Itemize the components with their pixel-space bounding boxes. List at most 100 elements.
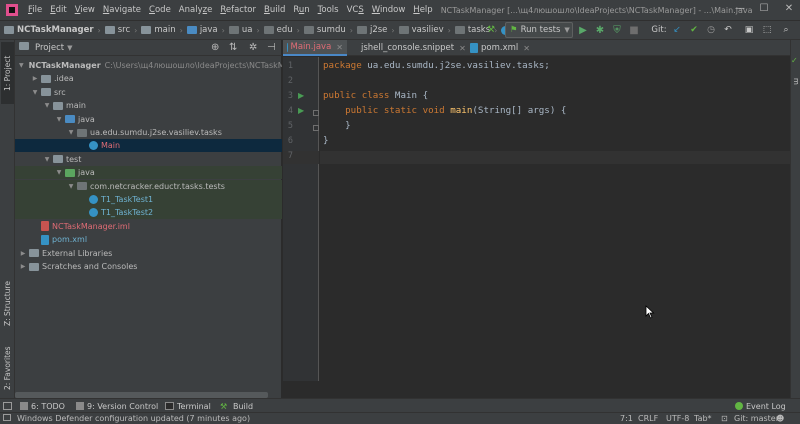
menu-run[interactable]: Run	[289, 0, 313, 20]
chevron-down-icon[interactable]: ▼	[67, 129, 75, 136]
close-icon[interactable]: ✕	[523, 44, 530, 53]
breadcrumb-item[interactable]: java ›	[186, 25, 229, 35]
chevron-down-icon[interactable]: ▼	[43, 102, 51, 109]
run-class-icon[interactable]: ▶	[298, 91, 304, 100]
run-icon[interactable]: ▶	[577, 22, 589, 38]
tree-item[interactable]: ▼ src	[15, 86, 282, 99]
indent-setting[interactable]: Tab*	[694, 413, 712, 424]
run-method-icon[interactable]: ▶	[298, 106, 304, 115]
chevron-down-icon[interactable]: ▼	[19, 62, 24, 69]
tab-jshell-console[interactable]: jshell_console.snippet ✕	[354, 40, 466, 56]
close-icon[interactable]: ✕	[336, 43, 343, 52]
menu-navigate[interactable]: Navigate	[99, 0, 145, 20]
git-commit-icon[interactable]: ✔	[688, 22, 700, 38]
tab-structure[interactable]: Z: Structure	[1, 272, 14, 336]
line-separator[interactable]: CRLF	[638, 413, 658, 424]
tab-project[interactable]: 1: Project	[1, 42, 14, 104]
debug-icon[interactable]: ✱	[594, 22, 606, 38]
git-revert-icon[interactable]: ↶	[722, 22, 734, 38]
collapse-all-icon[interactable]: ⇅	[229, 42, 237, 53]
tab-todo[interactable]: 6: TODO	[20, 399, 65, 413]
breadcrumb-item[interactable]: vasiliev ›	[398, 25, 455, 35]
tree-item[interactable]: ▼ com.netcracker.eductr.tasks.tests	[15, 179, 282, 193]
tab-favorites[interactable]: 2: Favorites	[1, 338, 14, 398]
chevron-down-icon[interactable]: ▼	[67, 183, 75, 190]
tab-main-java[interactable]: Main.java ✕	[283, 40, 347, 56]
breadcrumb-item[interactable]: src ›	[104, 25, 142, 35]
tab-pom-xml[interactable]: pom.xml ✕	[466, 40, 536, 56]
maximize-button[interactable]: ☐	[757, 3, 771, 14]
search-everywhere-icon[interactable]: ⌕	[780, 22, 792, 38]
coverage-icon[interactable]: ⛨	[611, 22, 623, 38]
tab-terminal[interactable]: Terminal	[165, 399, 211, 413]
settings-icon[interactable]: ⬚	[761, 22, 773, 38]
tree-item[interactable]: ▼ main	[15, 99, 282, 112]
tree-item[interactable]: T1_TaskTest1	[15, 193, 282, 206]
tree-item[interactable]: ▼ NCTaskManager C:\Users\щ4люшошло\IdeaPro…	[15, 59, 282, 72]
lock-icon[interactable]: ⊡	[721, 413, 728, 424]
fold-marker-icon[interactable]	[313, 125, 319, 131]
status-bar-toggle-icon[interactable]	[3, 413, 11, 424]
chevron-down-icon[interactable]: ▼	[55, 116, 63, 123]
git-update-icon[interactable]: ↙	[671, 22, 683, 38]
code-editor[interactable]: package ua.edu.sumdu.j2se.vasiliev.tasks…	[320, 57, 790, 381]
chevron-right-icon[interactable]: ▶	[19, 263, 27, 270]
caret-position[interactable]: 7:1	[620, 413, 633, 424]
tree-item[interactable]: ▼ test	[15, 153, 282, 166]
tree-item[interactable]: ▶ External Libraries	[15, 247, 282, 260]
status-message[interactable]: Windows Defender configuration updated (…	[17, 413, 250, 424]
menu-tools[interactable]: Tools	[314, 0, 343, 20]
tab-version-control[interactable]: 9: Version Control	[76, 399, 158, 413]
tree-item[interactable]: ▼ java	[15, 166, 282, 180]
breadcrumb-item[interactable]: ua ›	[228, 25, 264, 35]
chevron-down-icon[interactable]: ▼	[31, 89, 39, 96]
menu-view[interactable]: View	[71, 0, 99, 20]
git-branch[interactable]: Git: master	[734, 413, 779, 424]
build-hammer-icon[interactable]: ⚒	[484, 22, 498, 38]
menu-window[interactable]: Window	[368, 0, 410, 20]
close-button[interactable]: ✕	[782, 3, 796, 14]
hide-panel-icon[interactable]: ⊣	[267, 42, 276, 53]
minimize-button[interactable]: —	[733, 3, 747, 14]
menu-file[interactable]: File	[24, 0, 46, 20]
breadcrumb-item[interactable]: NCTaskManager ›	[4, 25, 105, 35]
menu-build[interactable]: Build	[260, 0, 289, 20]
tree-item[interactable]: T1_TaskTest2	[15, 206, 282, 220]
chevron-down-icon[interactable]: ▼	[43, 156, 51, 163]
tab-event-log[interactable]: Event Log	[735, 399, 786, 413]
breadcrumb-item[interactable]: j2se ›	[356, 25, 399, 35]
project-view-label[interactable]: Project	[35, 43, 64, 53]
fold-marker-icon[interactable]	[313, 110, 319, 116]
git-history-icon[interactable]: ◷	[705, 22, 717, 38]
project-structure-icon[interactable]: ▣	[743, 22, 755, 38]
locate-file-icon[interactable]: ⊕	[211, 42, 219, 53]
inspector-icon[interactable]: ☻	[776, 413, 784, 424]
menu-edit[interactable]: Edit	[46, 0, 70, 20]
run-configuration-select[interactable]: ⚑ Run tests ▼	[505, 22, 573, 38]
inspection-ok-icon[interactable]: ✓	[791, 56, 798, 65]
tree-item[interactable]: pom.xml	[15, 233, 282, 246]
menu-vcs[interactable]: VCS	[343, 0, 368, 20]
tree-item[interactable]: Main	[15, 139, 282, 153]
maven-tab-icon[interactable]: m	[792, 78, 800, 85]
chevron-down-icon[interactable]: ▼	[67, 44, 72, 52]
menu-code[interactable]: Code	[145, 0, 175, 20]
breadcrumb-item[interactable]: sumdu ›	[303, 25, 357, 35]
tree-item[interactable]: ▶ .idea	[15, 72, 282, 85]
stop-icon[interactable]: ■	[628, 22, 640, 38]
menu-refactor[interactable]: Refactor	[216, 0, 260, 20]
menu-analyze[interactable]: Analyze	[175, 0, 217, 20]
gear-icon[interactable]: ✲	[249, 42, 257, 53]
toggle-panel-icon[interactable]	[3, 399, 15, 413]
chevron-down-icon[interactable]: ▼	[55, 169, 63, 176]
breadcrumb-item[interactable]: edu ›	[263, 25, 304, 35]
chevron-right-icon[interactable]: ▶	[31, 75, 39, 82]
tree-item[interactable]: ▼ java	[15, 113, 282, 126]
close-icon[interactable]: ✕	[459, 44, 466, 53]
breadcrumb-item[interactable]: main ›	[141, 25, 186, 35]
tree-item[interactable]: ▼ ua.edu.sumdu.j2se.vasiliev.tasks	[15, 126, 282, 139]
file-encoding[interactable]: UTF-8	[666, 413, 689, 424]
tree-item[interactable]: NCTaskManager.iml	[15, 220, 282, 233]
tab-build[interactable]: ⚒ Build	[220, 399, 253, 413]
chevron-right-icon[interactable]: ▶	[19, 250, 27, 257]
